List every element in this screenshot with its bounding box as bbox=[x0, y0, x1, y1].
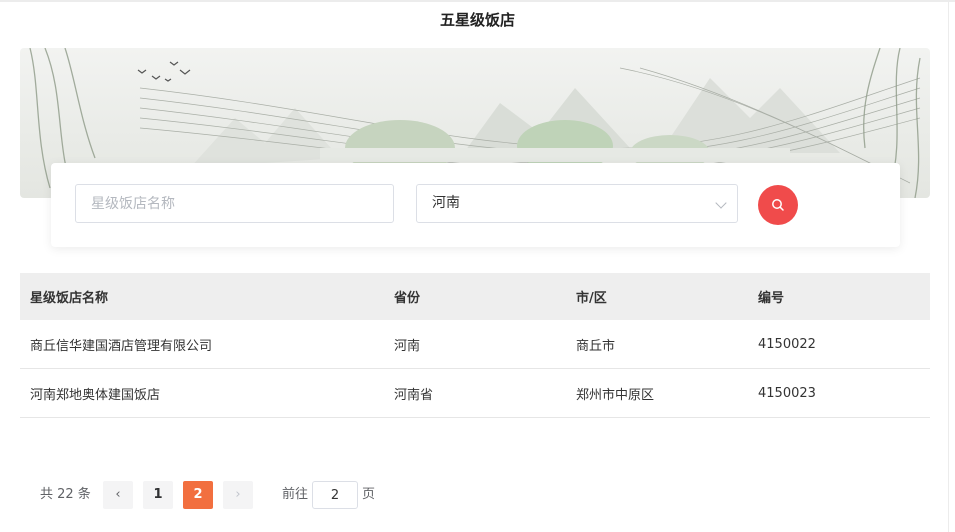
cell-name: 商丘信华建国酒店管理有限公司 bbox=[30, 338, 213, 354]
chevron-right-icon: › bbox=[235, 487, 241, 502]
search-panel: 河南 bbox=[51, 163, 900, 247]
jump-prefix-label: 前往 bbox=[282, 487, 309, 502]
cell-name: 河南郑地奥体建国饭店 bbox=[30, 387, 161, 403]
province-select[interactable]: 河南 bbox=[416, 184, 738, 223]
prev-page-button[interactable]: ‹ bbox=[103, 481, 133, 509]
page-2-button[interactable]: 2 bbox=[183, 481, 213, 509]
page-1-button[interactable]: 1 bbox=[143, 481, 173, 509]
column-header-name: 星级饭店名称 bbox=[30, 291, 109, 306]
cell-city: 郑州市中原区 bbox=[576, 387, 655, 403]
next-page-button[interactable]: › bbox=[223, 481, 253, 509]
cell-province: 河南省 bbox=[394, 387, 434, 403]
scrollbar-track bbox=[948, 0, 949, 532]
table-row: 河南郑地奥体建国饭店 河南省 郑州市中原区 4150023 bbox=[20, 369, 930, 418]
total-count: 共 22 条 bbox=[40, 487, 91, 502]
hotel-name-input[interactable] bbox=[75, 184, 394, 223]
table-header: 星级饭店名称 省份 市/区 编号 bbox=[20, 273, 930, 320]
cell-number: 4150023 bbox=[758, 385, 816, 401]
chevron-down-icon bbox=[715, 197, 727, 209]
search-icon bbox=[772, 199, 784, 211]
page-title: 五星级饭店 bbox=[439, 11, 515, 29]
cell-number: 4150022 bbox=[758, 336, 816, 352]
search-button[interactable] bbox=[758, 185, 798, 225]
jump-page-input[interactable] bbox=[312, 481, 358, 509]
cell-province: 河南 bbox=[394, 338, 421, 354]
top-divider bbox=[0, 0, 955, 2]
cell-city: 商丘市 bbox=[576, 338, 616, 354]
hotel-table: 星级饭店名称 省份 市/区 编号 商丘信华建国酒店管理有限公司 河南 商丘市 4… bbox=[20, 273, 930, 418]
chevron-left-icon: ‹ bbox=[115, 487, 121, 502]
jump-suffix-label: 页 bbox=[362, 487, 376, 502]
table-row: 商丘信华建国酒店管理有限公司 河南 商丘市 4150022 bbox=[20, 320, 930, 369]
column-header-city: 市/区 bbox=[576, 291, 607, 306]
column-header-number: 编号 bbox=[758, 291, 785, 306]
province-select-value: 河南 bbox=[432, 195, 460, 211]
column-header-province: 省份 bbox=[394, 291, 421, 306]
